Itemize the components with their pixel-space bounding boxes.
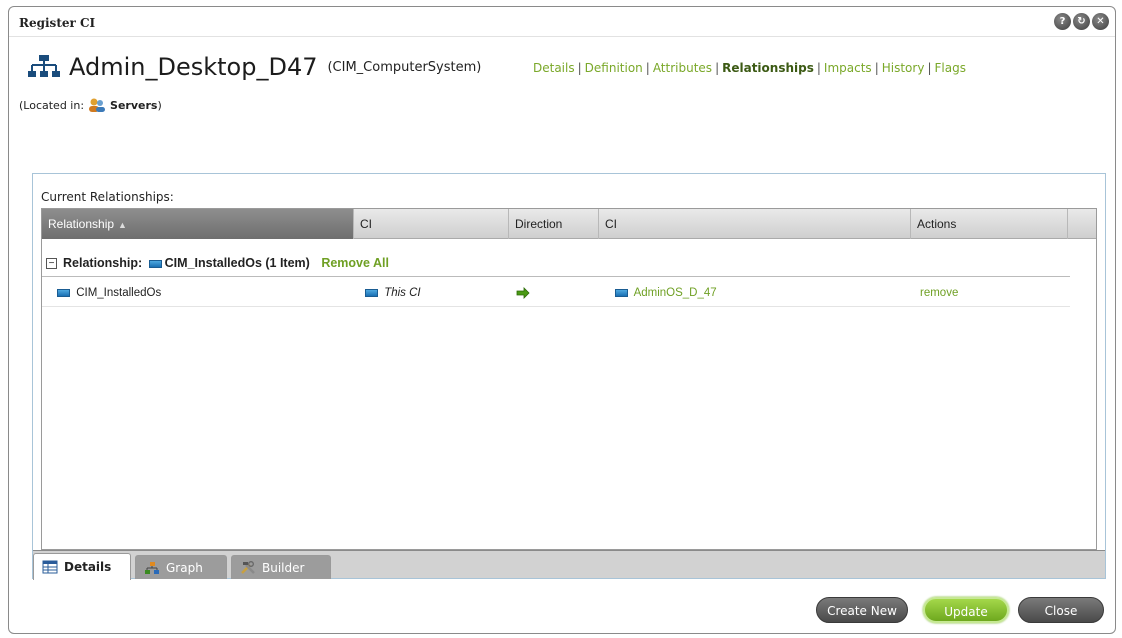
col-actions[interactable]: Actions <box>911 209 1068 239</box>
located-prefix: (Located in: <box>19 98 85 112</box>
ci-to-link[interactable]: AdminOS_D_47 <box>634 287 717 299</box>
nav-definition[interactable]: Definition <box>585 61 643 75</box>
relationship-icon <box>148 259 162 268</box>
help-icon[interactable]: ? <box>1054 13 1071 30</box>
create-new-button[interactable]: Create New <box>816 597 908 623</box>
nav-relationships[interactable]: Relationships <box>722 61 814 75</box>
update-button[interactable]: Update <box>923 597 1009 623</box>
current-relationships-label: Current Relationships: <box>41 190 174 204</box>
nav-flags[interactable]: Flags <box>934 61 965 75</box>
ci-name: Admin_Desktop_D47 <box>69 53 318 81</box>
nav-attributes[interactable]: Attributes <box>653 61 712 75</box>
col-ci-to[interactable]: CI <box>599 209 911 239</box>
grid-header: Relationship ▲ CI Direction CI Actions <box>42 209 1096 239</box>
cell-relationship: CIM_InstalledOs <box>54 279 161 307</box>
register-ci-dialog: Register CI ? ↻ ✕ Admin_Desktop_D47 (CIM… <box>8 6 1116 634</box>
cell-ci-from: This CI <box>362 279 421 307</box>
tools-icon <box>241 560 255 574</box>
computer-system-icon <box>28 55 60 77</box>
table-row: CIM_InstalledOs This CI AdminOS_D_47 rem… <box>42 279 1070 307</box>
located-suffix: ) <box>157 98 162 112</box>
ci-header: Admin_Desktop_D47 (CIM_ComputerSystem) <box>27 51 481 83</box>
group-prefix: Relationship: <box>63 256 143 270</box>
nav-details[interactable]: Details <box>533 61 575 75</box>
remove-all-link[interactable]: Remove All <box>321 256 389 270</box>
col-relationship[interactable]: Relationship ▲ <box>42 209 354 239</box>
tab-details[interactable]: Details <box>33 553 131 580</box>
col-direction[interactable]: Direction <box>509 209 599 239</box>
nav-impacts[interactable]: Impacts <box>824 61 872 75</box>
table-icon <box>42 560 58 574</box>
window-title: Register CI <box>19 16 96 30</box>
ci-type: (CIM_ComputerSystem) <box>327 59 482 75</box>
ci-nav: Details | Definition | Attributes | Relationsh… <box>533 61 966 75</box>
tab-graph[interactable]: Graph <box>135 555 227 579</box>
nav-history[interactable]: History <box>882 61 925 75</box>
users-folder-icon <box>89 98 106 112</box>
close-button[interactable]: Close <box>1018 597 1104 623</box>
sort-asc-icon: ▲ <box>118 220 127 230</box>
right-arrow-icon <box>516 287 530 299</box>
cell-actions: remove <box>920 279 958 307</box>
window-controls: ? ↻ ✕ <box>1054 13 1109 30</box>
refresh-icon[interactable]: ↻ <box>1073 13 1090 30</box>
ci-icon <box>365 288 378 297</box>
relationships-grid: Relationship ▲ CI Direction CI Actions − R… <box>41 208 1097 550</box>
located-folder[interactable]: Servers <box>110 99 157 112</box>
group-row: − Relationship: CIM_InstalledOs (1 Item) … <box>42 249 1070 277</box>
group-name: CIM_InstalledOs (1 Item) <box>164 256 310 270</box>
ci-icon <box>615 288 628 297</box>
titlebar: Register CI ? ↻ ✕ <box>9 7 1115 37</box>
col-ci-from[interactable]: CI <box>354 209 509 239</box>
close-icon[interactable]: ✕ <box>1092 13 1109 30</box>
tab-builder[interactable]: Builder <box>231 555 331 579</box>
located-in: (Located in: Servers ) <box>19 97 162 113</box>
view-tabbar: Details Graph Builder <box>33 550 1105 580</box>
relationships-panel: Current Relationships: Relationship ▲ CI … <box>32 173 1106 580</box>
relationship-icon <box>57 288 70 297</box>
cell-ci-to: AdminOS_D_47 <box>612 279 717 307</box>
collapse-icon[interactable]: − <box>46 258 57 270</box>
cell-direction <box>516 279 530 307</box>
remove-link[interactable]: remove <box>920 287 958 299</box>
graph-icon <box>145 561 159 574</box>
